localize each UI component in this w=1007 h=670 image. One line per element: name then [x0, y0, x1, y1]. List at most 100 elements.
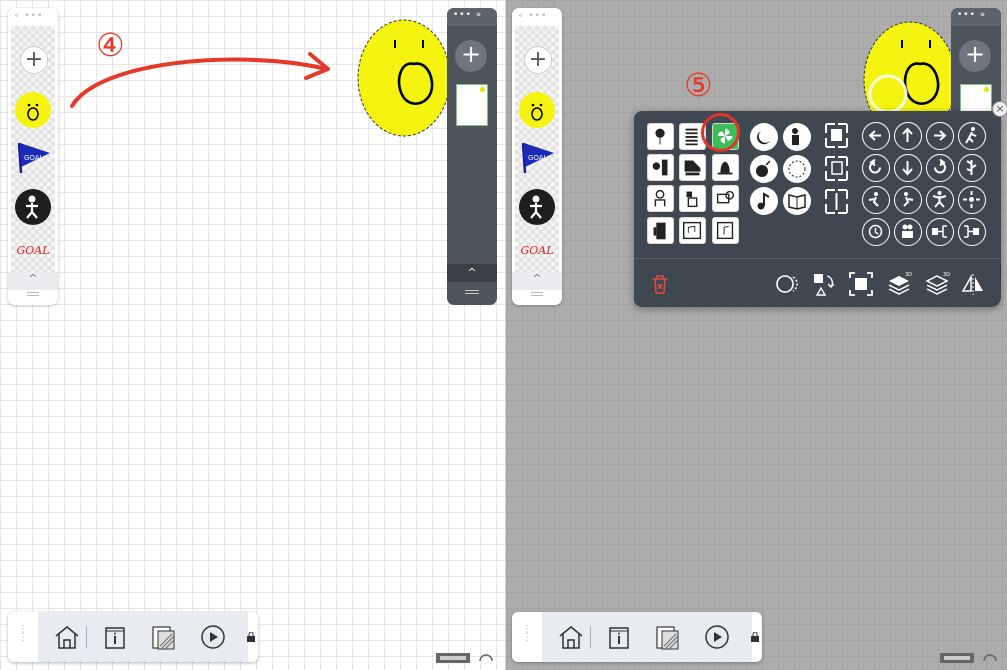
tray-drag-handle[interactable] [27, 292, 39, 296]
tray-page-list: + GOAL GOAL [515, 26, 559, 272]
home-icon[interactable] [556, 622, 586, 652]
toolbar-main [38, 612, 248, 662]
add-page-button[interactable]: + [20, 46, 48, 74]
arrow-down-icon[interactable] [894, 154, 922, 182]
camera-icon[interactable] [712, 185, 739, 212]
zoom-indicator[interactable] [940, 652, 1000, 665]
piano-icon[interactable] [679, 154, 706, 181]
annotation-highlight-ring [701, 113, 740, 152]
lock-icon[interactable] [247, 632, 255, 642]
tray-drag-handle[interactable] [531, 292, 543, 296]
book-icon[interactable] [783, 187, 811, 215]
page-tray: « ••• + GOAL GOAL ^ [8, 8, 58, 305]
pages-icon[interactable] [652, 622, 682, 652]
sun-figure-icon[interactable] [647, 154, 674, 181]
info-icon[interactable] [604, 622, 634, 652]
note-card-icon[interactable] [712, 217, 739, 244]
page-thumb-face[interactable] [518, 91, 556, 129]
frame-split-icon[interactable] [823, 187, 850, 216]
music-box-icon[interactable] [679, 217, 706, 244]
arrow-up-icon[interactable] [894, 122, 922, 150]
arrow-right-icon[interactable] [926, 122, 954, 150]
door-icon[interactable] [647, 217, 674, 244]
branch-in-icon[interactable] [958, 218, 986, 246]
hug-icon[interactable] [894, 218, 922, 246]
object-tray-collapse[interactable]: ^ [447, 264, 497, 282]
star-jump-icon[interactable] [926, 186, 954, 214]
add-object-button[interactable]: + [959, 40, 991, 72]
add-page-button[interactable]: + [524, 46, 552, 74]
bottom-toolbar: ⋮ ⋮ [8, 612, 258, 662]
palette-close-button[interactable]: × [992, 101, 1007, 117]
frame-out-icon[interactable] [823, 121, 850, 150]
palette-separator [634, 258, 1000, 259]
toolbar-main [542, 612, 752, 662]
page-thumb-flag[interactable]: GOAL [518, 139, 556, 177]
toolbar-grip-icon[interactable]: ⋮ ⋮ [8, 612, 38, 662]
branch-out-icon[interactable] [926, 218, 954, 246]
flip-icon[interactable] [960, 271, 986, 297]
delete-icon[interactable] [647, 271, 673, 297]
tree-icon[interactable] [958, 154, 986, 182]
rotate-right-icon[interactable] [926, 154, 954, 182]
object-thumb[interactable] [456, 84, 488, 126]
pages-icon[interactable] [148, 622, 178, 652]
layer-3d-up-icon[interactable]: 3D [886, 271, 912, 297]
bell-icon[interactable] [712, 154, 739, 181]
clock-icon[interactable] [783, 155, 811, 183]
home-icon[interactable] [52, 622, 82, 652]
tray-collapse-button[interactable]: ^ [8, 272, 58, 290]
page-thumb-goal-text[interactable]: GOAL [14, 236, 52, 266]
page-tray: « ••• + GOAL GOAL ^ [512, 8, 562, 305]
tray-header[interactable]: « ••• [512, 8, 562, 26]
toolbar-separator [86, 626, 87, 648]
robot-icon[interactable] [679, 185, 706, 212]
astronaut-icon[interactable] [647, 185, 674, 212]
page-thumb-goal-text[interactable]: GOAL [518, 236, 556, 266]
run-icon[interactable] [958, 122, 986, 150]
note-icon[interactable] [750, 187, 778, 215]
toolbar-grip-icon[interactable]: ⋮ ⋮ [512, 612, 542, 662]
object-tray-header[interactable]: ••• » [447, 8, 497, 26]
page-thumb-flag[interactable]: GOAL [14, 139, 52, 177]
spin-icon[interactable] [958, 186, 986, 214]
arrow-left-icon[interactable] [862, 122, 890, 150]
ellipse-toggle-icon[interactable] [774, 271, 800, 297]
jump-left-icon[interactable] [862, 186, 890, 214]
flag-label: GOAL [528, 154, 548, 162]
jump-right-icon[interactable] [894, 186, 922, 214]
badge-3d-label: 3D [943, 272, 950, 278]
layer-3d-down-icon[interactable]: 3D [924, 271, 950, 297]
frame-in-icon[interactable] [823, 154, 850, 183]
tray-page-list: + GOAL GOAL [11, 26, 55, 272]
bomb-icon[interactable] [750, 155, 778, 183]
object-tray-handle[interactable] [465, 290, 479, 294]
tray-header[interactable]: « ••• [8, 8, 58, 26]
annotation-step-4: ④ [96, 26, 125, 64]
page-thumb-runner[interactable] [518, 188, 556, 226]
zoom-indicator[interactable] [436, 652, 496, 665]
bottom-toolbar: ⋮ ⋮ [512, 612, 762, 662]
add-object-button[interactable]: + [455, 40, 487, 72]
object-tray-header[interactable]: ••• » [951, 8, 1001, 26]
play-icon[interactable] [198, 622, 228, 652]
badge-3d-label: 3D [905, 272, 912, 278]
page-thumb-runner[interactable] [14, 188, 52, 226]
dizzy-icon[interactable] [862, 218, 890, 246]
annotation-step-5: ⑤ [684, 66, 713, 104]
balloon-icon[interactable] [647, 123, 674, 150]
shape-swap-icon[interactable] [811, 271, 837, 297]
face-object[interactable] [354, 18, 450, 140]
info-icon[interactable] [100, 622, 130, 652]
rotate-left-icon[interactable] [862, 154, 890, 182]
right-canvas-panel: « ••• + GOAL GOAL ^ ⑤ ••• » + ⋮ ⋮ [506, 0, 1007, 670]
face-object-selected[interactable] [858, 18, 954, 118]
person-icon[interactable] [783, 123, 811, 151]
flag-label: GOAL [24, 154, 44, 162]
play-icon[interactable] [702, 622, 732, 652]
lock-icon[interactable] [751, 632, 759, 642]
fit-icon[interactable] [848, 271, 874, 297]
tray-collapse-button[interactable]: ^ [512, 272, 562, 290]
page-thumb-face[interactable] [14, 91, 52, 129]
moon-icon[interactable] [750, 123, 778, 151]
